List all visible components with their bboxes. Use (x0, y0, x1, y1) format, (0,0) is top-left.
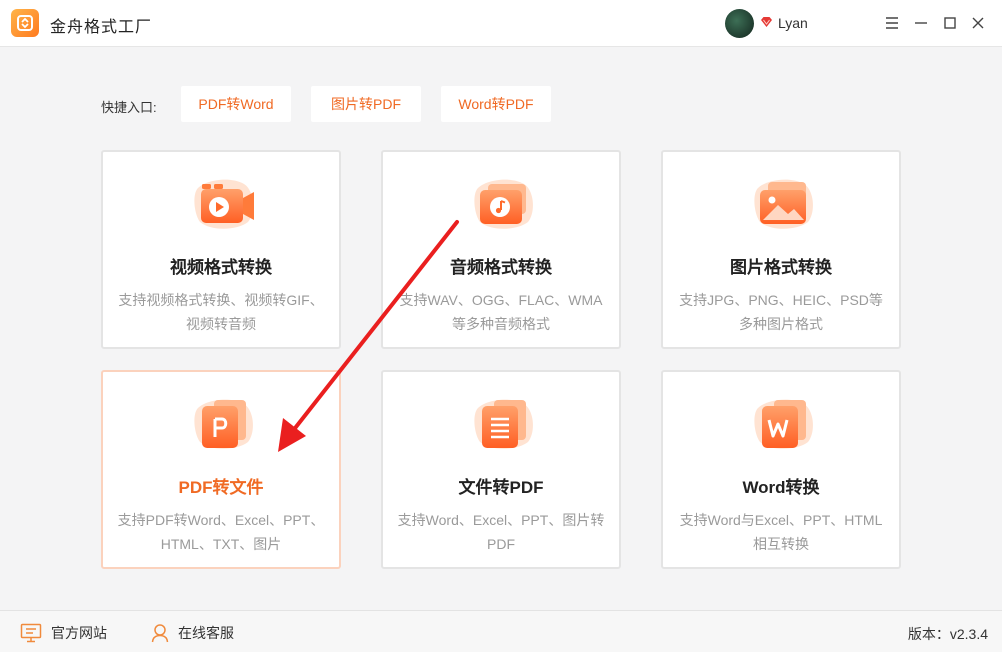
card-description: 支持JPG、PNG、HEIC、PSD等多种图片格式 (679, 292, 883, 332)
card-image-convert[interactable]: 图片格式转换 支持JPG、PNG、HEIC、PSD等多种图片格式 (661, 150, 901, 349)
card-title: 视频格式转换 (170, 258, 272, 277)
video-icon (194, 179, 254, 229)
card-description: 支持WAV、OGG、FLAC、WMA等多种音频格式 (399, 292, 603, 332)
version-label: 版本：v2.3.4 (907, 626, 988, 642)
card-title: 图片格式转换 (730, 258, 832, 277)
card-pdf-to-file[interactable]: PDF转文件 支持PDF转Word、Excel、PPT、HTML、TXT、图片 (101, 370, 341, 569)
image-icon (754, 179, 813, 229)
card-title: 文件转PDF (458, 478, 544, 497)
quick-image-to-pdf-button[interactable]: 图片转PDF (311, 86, 421, 122)
app-logo-icon (11, 9, 39, 37)
avatar[interactable] (725, 9, 754, 38)
card-file-to-pdf[interactable]: 文件转PDF 支持Word、Excel、PPT、图片转PDF (381, 370, 621, 569)
menu-icon[interactable] (883, 14, 901, 32)
footer-bar: 官方网站 在线客服 版本：v2.3.4 (0, 610, 1002, 652)
card-description: 支持Word与Excel、PPT、HTML相互转换 (679, 512, 883, 552)
card-title: PDF转文件 (178, 478, 264, 497)
quick-pdf-to-word-button[interactable]: PDF转Word (181, 86, 291, 122)
quick-access-label: 快捷入口: (101, 100, 157, 115)
audio-icon (474, 179, 533, 229)
maximize-icon[interactable] (941, 14, 959, 32)
official-site-link[interactable]: 官方网站 (20, 623, 107, 643)
vip-diamond-icon (761, 17, 772, 27)
official-site-label: 官方网站 (51, 625, 107, 641)
document-icon (474, 399, 533, 449)
close-icon[interactable] (969, 14, 987, 32)
username[interactable]: Lyan (778, 15, 808, 31)
card-audio-convert[interactable]: 音频格式转换 支持WAV、OGG、FLAC、WMA等多种音频格式 (381, 150, 621, 349)
pdf-p-icon (194, 399, 253, 449)
customer-service-icon (151, 624, 169, 643)
online-service-label: 在线客服 (178, 625, 234, 641)
card-description: 支持Word、Excel、PPT、图片转PDF (397, 512, 605, 552)
word-w-icon (754, 399, 813, 449)
card-title: 音频格式转换 (450, 258, 552, 277)
title-bar: 金舟格式工厂 Lyan (0, 0, 1002, 47)
minimize-icon[interactable] (912, 14, 930, 32)
quick-word-to-pdf-button[interactable]: Word转PDF (441, 86, 551, 122)
online-service-link[interactable]: 在线客服 (151, 623, 234, 643)
card-description: 支持视频格式转换、视频转GIF、视频转音频 (118, 292, 324, 332)
card-description: 支持PDF转Word、Excel、PPT、HTML、TXT、图片 (117, 512, 325, 552)
monitor-icon (20, 623, 42, 643)
app-title: 金舟格式工厂 (50, 19, 153, 36)
card-title: Word转换 (742, 478, 820, 497)
card-video-convert[interactable]: 视频格式转换 支持视频格式转换、视频转GIF、视频转音频 (101, 150, 341, 349)
card-word-convert[interactable]: Word转换 支持Word与Excel、PPT、HTML相互转换 (661, 370, 901, 569)
